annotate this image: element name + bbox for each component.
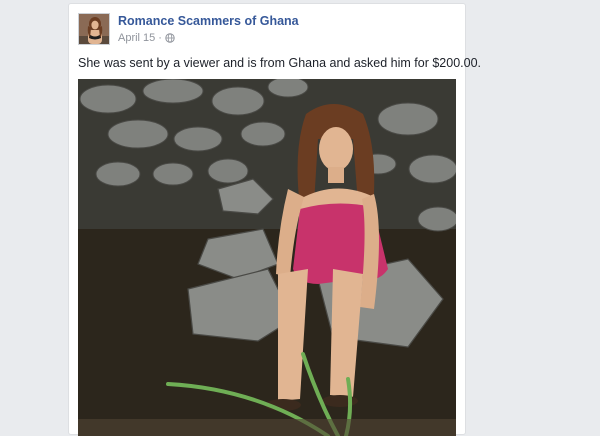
globe-icon[interactable] — [165, 33, 175, 43]
post-text: She was sent by a viewer and is from Gha… — [78, 56, 482, 70]
avatar-image — [79, 14, 109, 44]
page-name-link[interactable]: Romance Scammers of Ghana — [118, 14, 299, 28]
post-meta: April 15 · — [118, 32, 175, 44]
post-date[interactable]: April 15 — [118, 32, 155, 44]
photo-image — [78, 79, 456, 436]
post-photo[interactable] — [78, 79, 456, 436]
meta-separator: · — [158, 32, 162, 44]
feed-post: Romance Scammers of Ghana April 15 · She… — [68, 3, 482, 436]
post-header: Romance Scammers of Ghana April 15 · — [78, 13, 455, 49]
page-avatar[interactable] — [78, 13, 110, 45]
